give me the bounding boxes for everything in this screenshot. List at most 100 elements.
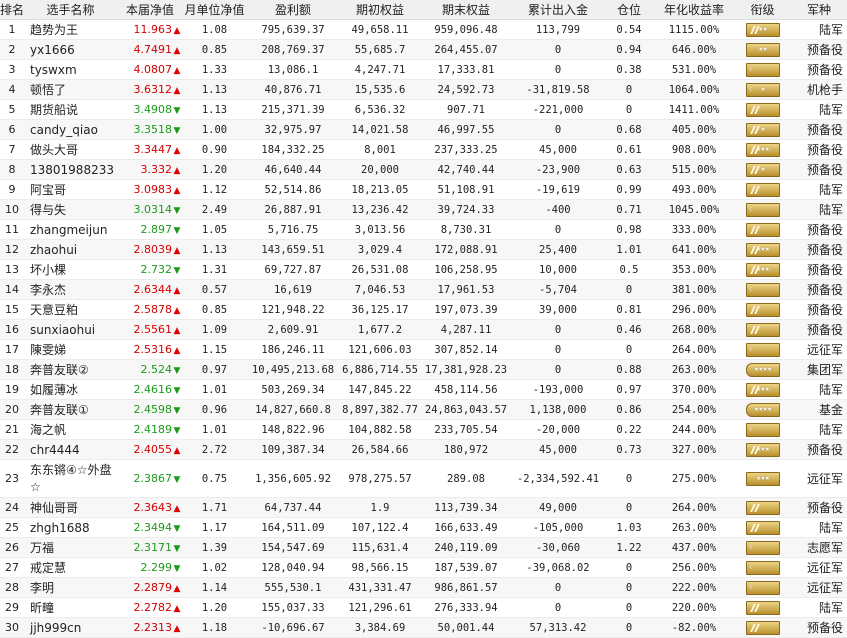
annual-return-cell: 268.00% (654, 319, 734, 340)
net-flow-cell: 113,799 (512, 19, 604, 40)
player-name-link[interactable]: zhaohui (24, 239, 117, 260)
rank-cell: 1 (0, 19, 24, 40)
rank-insignia-icon: ★★★★ (745, 362, 780, 377)
start-equity-cell: 6,886,714.55 (340, 359, 420, 380)
col-header-end-equity[interactable]: 期末权益 (420, 0, 512, 20)
player-name-link[interactable]: tyswxm (24, 59, 117, 80)
table-row: 29 昕疃 2.2782 ▲ 1.20 155,037.33 121,296.61 276,3… (0, 597, 847, 618)
player-name-link[interactable]: 顿悟了 (24, 79, 117, 100)
net-flow-cell: 0 (512, 339, 604, 360)
annual-return-cell: 381.00% (654, 279, 734, 300)
col-header-start-equity[interactable]: 期初权益 (340, 0, 420, 20)
rank-badge-cell: ★★★★ (734, 399, 791, 420)
col-header-rank[interactable]: 排名 (0, 0, 24, 20)
player-name-link[interactable]: 阿宝哥 (24, 179, 117, 200)
nav-value: 3.4908 (133, 103, 173, 116)
player-name-link[interactable]: 戒定慧 (24, 557, 117, 578)
player-name-link[interactable]: 天意豆粕 (24, 299, 117, 320)
player-name-link[interactable]: 李明 (24, 577, 117, 598)
player-name-link[interactable]: 李永杰 (24, 279, 117, 300)
player-name-link[interactable]: zhangmeijun (24, 219, 117, 240)
player-name-link[interactable]: 期货船说 (24, 99, 117, 120)
rank-insignia-icon (745, 342, 780, 357)
army-branch-cell: 机枪手 (791, 79, 847, 100)
arrow-down-icon: ▼ (173, 475, 181, 485)
nav-cell: 3.332 ▲ (117, 159, 183, 180)
player-name-link[interactable]: sunxiaohui (24, 319, 117, 340)
player-name-link[interactable]: 奔普友联① (24, 399, 117, 420)
player-name-link[interactable]: 做头大哥 (24, 139, 117, 160)
army-branch-cell: 远征军 (791, 557, 847, 578)
nav-value: 2.2313 (133, 621, 173, 634)
player-name-link[interactable]: 如履薄冰 (24, 379, 117, 400)
nav-cell: 2.4616 ▼ (117, 379, 183, 400)
col-header-net-flow[interactable]: 累计出入金 (512, 0, 604, 20)
player-name-link[interactable]: 神仙哥哥 (24, 497, 117, 518)
position-cell: 0 (604, 79, 654, 100)
rank-badge-cell: ★ (734, 79, 791, 100)
start-equity-cell: 4,247.71 (340, 59, 420, 80)
army-branch-cell: 志愿军 (791, 537, 847, 558)
arrow-up-icon: ▲ (173, 146, 181, 156)
position-cell: 0.54 (604, 19, 654, 40)
player-name-link[interactable]: 趋势为王 (24, 19, 117, 40)
table-row: 25 zhgh1688 2.3494 ▼ 1.17 164,511.09 107,122.4… (0, 517, 847, 538)
player-name-link[interactable]: 奔普友联② (24, 359, 117, 380)
end-equity-cell: 180,972 (420, 439, 512, 460)
col-header-military-rank[interactable]: 衔级 (734, 0, 791, 20)
army-branch-cell: 陆军 (791, 179, 847, 200)
rank-cell: 16 (0, 319, 24, 340)
position-cell: 0 (604, 99, 654, 120)
profit-cell: 215,371.39 (246, 99, 340, 120)
position-cell: 0.99 (604, 179, 654, 200)
player-name-link[interactable]: 万福 (24, 537, 117, 558)
rank-insignia-icon (745, 302, 780, 317)
rank-insignia-icon (745, 182, 780, 197)
nav-value: 3.0983 (133, 183, 173, 196)
player-name-link[interactable]: 13801988233 (24, 159, 117, 180)
col-header-annual-return[interactable]: 年化收益率 (654, 0, 734, 20)
nav-cell: 2.6344 ▲ (117, 279, 183, 300)
col-header-profit[interactable]: 盈利额 (246, 0, 340, 20)
rank-insignia-icon (745, 520, 780, 535)
end-equity-cell: 276,333.94 (420, 597, 512, 618)
col-header-name[interactable]: 选手名称 (24, 0, 117, 20)
rank-cell: 24 (0, 497, 24, 518)
table-row: 27 戒定慧 2.299 ▼ 1.02 128,040.94 98,566.15 187,53… (0, 557, 847, 578)
player-name-link[interactable]: 陳雯娣 (24, 339, 117, 360)
player-name-link[interactable]: 东东锵④☆外盘☆ (24, 459, 117, 498)
end-equity-cell: 307,852.14 (420, 339, 512, 360)
player-name-link[interactable]: candy_qiao (24, 119, 117, 140)
col-header-position[interactable]: 仓位 (604, 0, 654, 20)
annual-return-cell: 353.00% (654, 259, 734, 280)
rank-badge-cell (734, 339, 791, 360)
monthly-nav-cell: 1.20 (183, 159, 246, 180)
profit-cell: 13,086.1 (246, 59, 340, 80)
nav-cell: 2.2879 ▲ (117, 577, 183, 598)
player-name-link[interactable]: zhgh1688 (24, 517, 117, 538)
table-row: 7 做头大哥 3.3447 ▲ 0.90 184,332.25 8,001 237,333.2… (0, 139, 847, 160)
col-header-army-branch[interactable]: 军种 (791, 0, 847, 20)
player-name-link[interactable]: yx1666 (24, 39, 117, 60)
end-equity-cell: 289.08 (420, 459, 512, 498)
player-name-link[interactable]: 海之帆 (24, 419, 117, 440)
player-name-link[interactable]: 坏小棵 (24, 259, 117, 280)
col-header-monthly-nav[interactable]: 月单位净值 (183, 0, 246, 20)
arrow-up-icon: ▲ (173, 326, 181, 336)
end-equity-cell: 4,287.11 (420, 319, 512, 340)
army-branch-cell: 陆军 (791, 19, 847, 40)
arrow-down-icon: ▼ (173, 206, 181, 216)
net-flow-cell: -400 (512, 199, 604, 220)
player-name-link[interactable]: 得与失 (24, 199, 117, 220)
rank-insignia-icon (745, 500, 780, 515)
annual-return-cell: 1411.00% (654, 99, 734, 120)
player-name-link[interactable]: chr4444 (24, 439, 117, 460)
start-equity-cell: 107,122.4 (340, 517, 420, 538)
col-header-nav[interactable]: 本届净值 (117, 0, 183, 20)
profit-cell: 1,356,605.92 (246, 459, 340, 498)
position-cell: 0 (604, 279, 654, 300)
position-cell: 0.81 (604, 299, 654, 320)
rank-badge-cell (734, 179, 791, 200)
table-row: 15 天意豆粕 2.5878 ▲ 0.85 121,948.22 36,125.17 197,… (0, 299, 847, 320)
player-name-link[interactable]: 昕疃 (24, 597, 117, 618)
